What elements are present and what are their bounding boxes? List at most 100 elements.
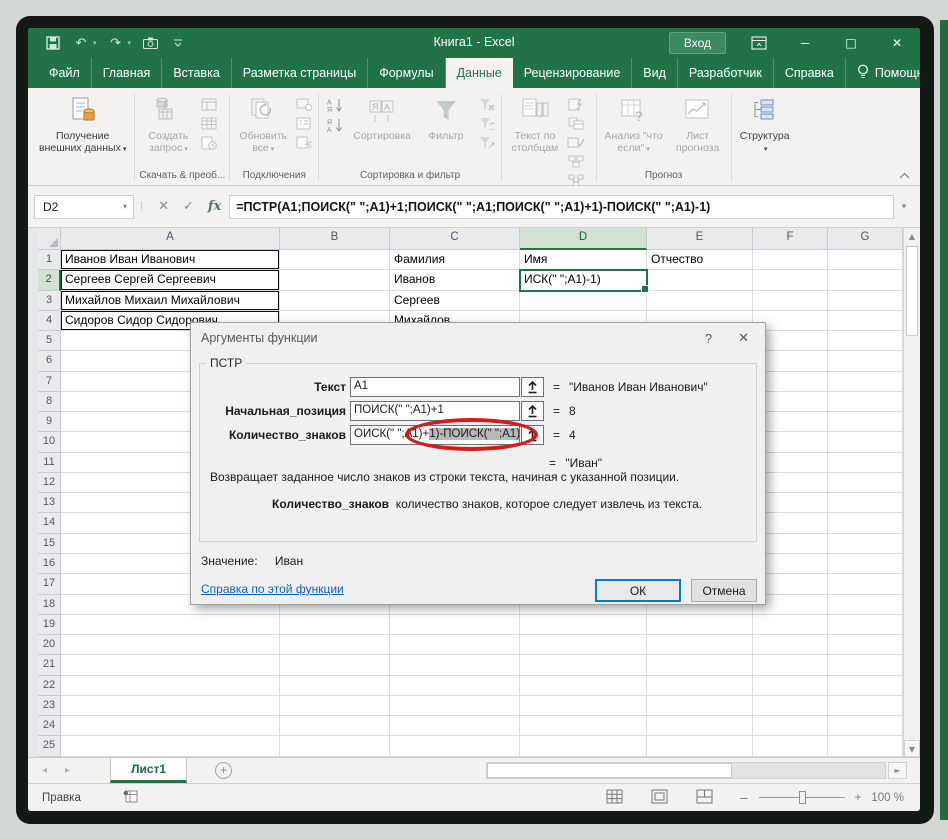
edit-links-icon[interactable]: [294, 135, 314, 150]
cell-C1[interactable]: Фамилия: [390, 250, 520, 271]
maximize-button[interactable]: □: [828, 28, 874, 58]
cell-C22[interactable]: [390, 675, 520, 696]
cell-A23[interactable]: [61, 695, 280, 717]
tab-insert[interactable]: Вставка: [162, 58, 232, 88]
cell-G21[interactable]: [828, 655, 903, 676]
recent-sources-icon[interactable]: [199, 135, 219, 150]
insert-function-icon[interactable]: fx: [208, 199, 221, 214]
row-header-17[interactable]: 17: [38, 574, 61, 595]
row-header-15[interactable]: 15: [38, 533, 61, 554]
function-help-link[interactable]: Справка по этой функции: [201, 582, 344, 596]
cell-G16[interactable]: [828, 553, 903, 575]
next-sheet-icon[interactable]: ▸: [65, 765, 70, 776]
cell-G12[interactable]: [828, 472, 903, 494]
row-header-20[interactable]: 20: [38, 635, 61, 656]
cell-G13[interactable]: [828, 493, 903, 514]
cell-E2[interactable]: [647, 270, 753, 291]
cell-G11[interactable]: [828, 452, 903, 473]
vertical-scroll-thumb[interactable]: [906, 246, 918, 336]
from-table-icon[interactable]: [199, 116, 219, 131]
cell-A3[interactable]: Михайлов Михаил Михайлович: [61, 290, 280, 311]
reapply-filter-icon[interactable]: [477, 116, 497, 131]
flash-fill-icon[interactable]: [566, 97, 586, 112]
cell-F3[interactable]: [753, 290, 828, 311]
cell-F19[interactable]: [753, 614, 828, 636]
close-button[interactable]: ✕: [874, 28, 920, 58]
zoom-out-icon[interactable]: −: [739, 791, 749, 805]
tab-formulas[interactable]: Формулы: [368, 58, 446, 88]
cell-B1[interactable]: [280, 250, 390, 271]
enter-entry-icon[interactable]: ✓: [183, 199, 194, 214]
cell-G1[interactable]: [828, 250, 903, 271]
tab-file[interactable]: Файл: [38, 58, 92, 88]
start-position-argument-input[interactable]: ПОИСК(" ";A1)+1: [350, 401, 520, 421]
col-header-E[interactable]: E: [647, 228, 753, 250]
cell-B22[interactable]: [280, 675, 390, 696]
row-header-9[interactable]: 9: [38, 412, 61, 433]
page-break-preview-icon[interactable]: [696, 789, 713, 807]
cell-A19[interactable]: [61, 614, 280, 636]
collapse-dialog-icon[interactable]: [521, 425, 544, 445]
horizontal-scroll-thumb[interactable]: [487, 763, 732, 778]
cell-C2[interactable]: Иванов: [390, 270, 520, 291]
col-header-F[interactable]: F: [753, 228, 828, 250]
cell-D2[interactable]: ИСК(" ";A1)-1): [519, 269, 649, 293]
cell-G22[interactable]: [828, 675, 903, 696]
col-header-D[interactable]: D: [520, 228, 647, 250]
cell-A1[interactable]: Иванов Иван Иванович: [61, 250, 280, 271]
cell-B21[interactable]: [280, 655, 390, 676]
cell-B25[interactable]: [280, 736, 390, 757]
cell-D20[interactable]: [520, 635, 647, 656]
horizontal-scrollbar[interactable]: ►: [486, 762, 907, 779]
zoom-slider-knob[interactable]: [798, 791, 806, 804]
row-header-21[interactable]: 21: [38, 655, 61, 676]
row-header-3[interactable]: 3: [38, 290, 61, 311]
row-header-25[interactable]: 25: [38, 736, 61, 757]
formula-input[interactable]: =ПСТР(A1;ПОИСК(" ";A1)+1;ПОИСК(" ";A1;ПО…: [229, 194, 894, 219]
cell-D22[interactable]: [520, 675, 647, 696]
data-validation-icon[interactable]: [566, 135, 586, 150]
normal-view-icon[interactable]: [606, 789, 623, 807]
refresh-all-button[interactable]: Обновить все ▾: [234, 93, 292, 155]
cell-C25[interactable]: [390, 736, 520, 757]
sort-ascending-icon[interactable]: АЯ: [325, 97, 345, 112]
cell-E23[interactable]: [647, 695, 753, 717]
cell-D23[interactable]: [520, 695, 647, 717]
minimize-button[interactable]: ─: [782, 28, 828, 58]
collapse-ribbon-icon[interactable]: [896, 168, 912, 182]
cell-A22[interactable]: [61, 675, 280, 696]
tell-me-box[interactable]: Помощн: [846, 58, 920, 88]
cell-C3[interactable]: Сергеев: [390, 290, 520, 311]
row-header-5[interactable]: 5: [38, 331, 61, 352]
cell-F1[interactable]: [753, 250, 828, 271]
cell-G24[interactable]: [828, 716, 903, 737]
cell-F25[interactable]: [753, 736, 828, 757]
cell-G9[interactable]: [828, 412, 903, 433]
row-header-19[interactable]: 19: [38, 614, 61, 636]
scroll-right-icon[interactable]: ►: [888, 762, 907, 779]
col-header-C[interactable]: C: [390, 228, 520, 250]
row-header-13[interactable]: 13: [38, 493, 61, 514]
cell-F23[interactable]: [753, 695, 828, 717]
ok-button[interactable]: ОК: [595, 579, 681, 602]
consolidate-icon[interactable]: [566, 154, 586, 169]
scroll-up-icon[interactable]: ▲: [904, 228, 920, 245]
cell-B19[interactable]: [280, 614, 390, 636]
zoom-level[interactable]: 100 %: [871, 792, 904, 804]
structure-button[interactable]: Структура ▾: [736, 93, 794, 155]
cell-E22[interactable]: [647, 675, 753, 696]
cell-E20[interactable]: [647, 635, 753, 656]
cell-G23[interactable]: [828, 695, 903, 717]
cell-G18[interactable]: [828, 594, 903, 615]
page-layout-view-icon[interactable]: [651, 789, 668, 807]
tab-view[interactable]: Вид: [632, 58, 678, 88]
row-header-22[interactable]: 22: [38, 675, 61, 696]
remove-duplicates-icon[interactable]: [566, 116, 586, 131]
tab-developer[interactable]: Разработчик: [678, 58, 774, 88]
cell-E24[interactable]: [647, 716, 753, 737]
macro-record-icon[interactable]: [123, 790, 138, 806]
vertical-scrollbar[interactable]: ▲ ▼: [903, 228, 920, 757]
row-header-10[interactable]: 10: [38, 432, 61, 453]
cell-G2[interactable]: [828, 270, 903, 291]
cell-G10[interactable]: [828, 432, 903, 453]
